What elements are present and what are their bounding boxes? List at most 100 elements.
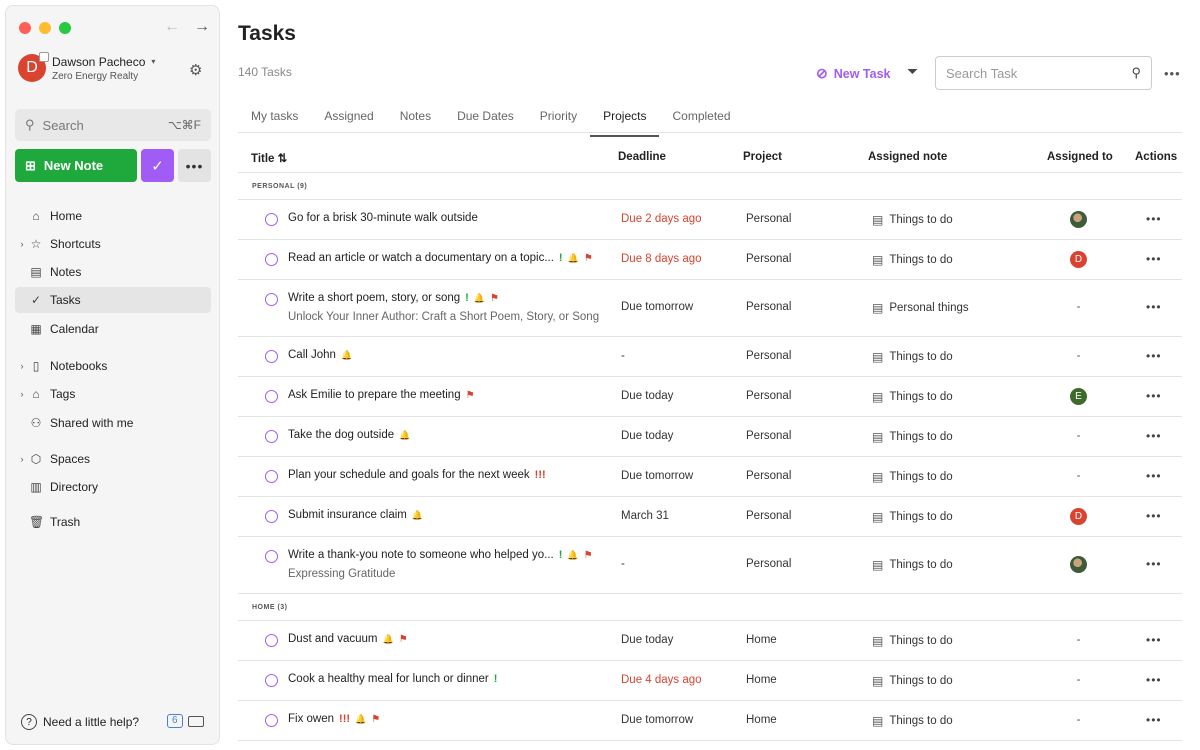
assigned-note-link[interactable]: ▤ Things to do [872, 430, 953, 444]
sidebar-item-notebooks[interactable]: › ▯ Notebooks [15, 353, 211, 379]
row-actions-button[interactable]: ••• [1146, 469, 1162, 483]
sidebar-search[interactable]: ⚲ Search ⌥⌘F [15, 109, 211, 141]
table-row[interactable]: Write a thank-you note to someone who he… [238, 537, 1182, 594]
expand-caret-icon[interactable]: › [15, 361, 29, 371]
assigned-note-link[interactable]: ▤ Things to do [872, 213, 953, 227]
tab-projects[interactable]: Projects [590, 104, 660, 137]
row-actions-button[interactable]: ••• [1146, 300, 1162, 314]
sidebar-item-shared[interactable]: ⚇ Shared with me [15, 410, 211, 436]
row-actions-button[interactable]: ••• [1146, 212, 1162, 226]
sidebar-item-tags[interactable]: › ⌂ Tags [15, 381, 211, 407]
task-search-input[interactable]: Search Task ⚲ [935, 56, 1152, 90]
assigned-note-link[interactable]: ▤ Things to do [872, 634, 953, 648]
more-options-button[interactable]: ••• [178, 149, 211, 182]
tab-priority[interactable]: Priority [527, 104, 590, 132]
sidebar-item-notes[interactable]: ▤ Notes [15, 259, 211, 285]
new-note-button[interactable]: ⊞ New Note [15, 149, 137, 182]
tab-completed[interactable]: Completed [659, 104, 743, 132]
gear-icon[interactable]: ⚙ [189, 61, 202, 79]
keyboard-icon[interactable] [187, 715, 204, 727]
table-row[interactable]: Read an article or watch a documentary o… [238, 240, 1182, 280]
table-row[interactable]: Take the dog outside 🔔 Due today Personal ▤ T… [238, 417, 1182, 457]
task-checkbox[interactable] [265, 674, 278, 687]
row-actions-button[interactable]: ••• [1146, 557, 1162, 571]
expand-caret-icon[interactable]: › [15, 239, 29, 249]
minimize-window-button[interactable] [39, 22, 51, 34]
sidebar-item-spaces[interactable]: › ⬡ Spaces [15, 446, 211, 472]
sidebar-item-home[interactable]: ⌂ Home [15, 203, 211, 229]
tab-notes[interactable]: Notes [387, 104, 444, 132]
new-task-button[interactable]: ⊘ New Task [816, 65, 890, 82]
table-row[interactable]: Go for a brisk 30-minute walk outside Due… [238, 200, 1182, 240]
task-checkbox[interactable] [265, 350, 278, 363]
tab-due-dates[interactable]: Due Dates [444, 104, 527, 132]
column-title[interactable]: Title ⇅ [251, 151, 287, 165]
sidebar-item-trash[interactable]: 🗑 Trash [15, 509, 211, 535]
table-row[interactable]: Fix owen!!! 🔔 ⚑ Due tomorrow Home ▤ Things to … [238, 701, 1182, 741]
task-checkbox[interactable] [265, 510, 278, 523]
column-deadline[interactable]: Deadline [618, 151, 666, 163]
assignee-avatar[interactable]: D [1070, 251, 1087, 268]
assigned-note-link[interactable]: ▤ Things to do [872, 510, 953, 524]
assignee-avatar[interactable] [1070, 556, 1087, 573]
row-actions-button[interactable]: ••• [1146, 633, 1162, 647]
sidebar-item-directory[interactable]: ▥ Directory [15, 474, 211, 500]
help-link[interactable]: ? Need a little help? [21, 714, 139, 730]
row-actions-button[interactable]: ••• [1146, 509, 1162, 523]
column-assigned-to[interactable]: Assigned to [1047, 151, 1113, 163]
sidebar-item-calendar[interactable]: ▦ Calendar [15, 316, 211, 342]
forward-arrow-icon[interactable]: → [194, 18, 210, 36]
assigned-note-link[interactable]: ▤ Personal things [872, 301, 969, 315]
task-checkbox[interactable] [265, 430, 278, 443]
assigned-note-link[interactable]: ▤ Things to do [872, 350, 953, 364]
task-checkbox[interactable] [265, 714, 278, 727]
task-checkbox[interactable] [265, 634, 278, 647]
table-row[interactable]: Call John 🔔 - Personal ▤ Things to do - ••• [238, 337, 1182, 377]
row-actions-button[interactable]: ••• [1146, 349, 1162, 363]
assignee-avatar[interactable]: E [1070, 388, 1087, 405]
table-row[interactable]: Cook a healthy meal for lunch or dinner!… [238, 661, 1182, 701]
sidebar-item-shortcuts[interactable]: › ☆ Shortcuts [15, 231, 211, 257]
assigned-note-link[interactable]: ▤ Things to do [872, 674, 953, 688]
sidebar: ← → D Dawson Pacheco ▾ Zero Energy Realty… [5, 5, 220, 745]
task-checkbox[interactable] [265, 550, 278, 563]
row-actions-button[interactable]: ••• [1146, 389, 1162, 403]
more-dots-icon[interactable]: ••• [1164, 66, 1181, 81]
task-checkbox[interactable] [265, 390, 278, 403]
task-checkbox[interactable] [265, 213, 278, 226]
row-actions-button[interactable]: ••• [1146, 252, 1162, 266]
assigned-note-link[interactable]: ▤ Things to do [872, 390, 953, 404]
expand-caret-icon[interactable]: › [15, 389, 29, 399]
task-checkbox[interactable] [265, 293, 278, 306]
table-row[interactable]: Ask Emilie to prepare the meeting ⚑ Due to… [238, 377, 1182, 417]
column-assigned-note[interactable]: Assigned note [868, 151, 947, 163]
row-actions-button[interactable]: ••• [1146, 429, 1162, 443]
table-row[interactable]: Dust and vacuum 🔔 ⚑ Due today Home ▤ Things to… [238, 621, 1182, 661]
row-actions-button[interactable]: ••• [1146, 673, 1162, 687]
notification-badge[interactable]: 6 [167, 714, 183, 728]
row-actions-button[interactable]: ••• [1146, 713, 1162, 727]
column-project[interactable]: Project [743, 151, 782, 163]
assignee-avatar[interactable]: D [1070, 508, 1087, 525]
assigned-note-link[interactable]: ▤ Things to do [872, 558, 953, 572]
assigned-note-link[interactable]: ▤ Things to do [872, 714, 953, 728]
tab-my-tasks[interactable]: My tasks [238, 104, 311, 132]
account-switcher[interactable]: D Dawson Pacheco ▾ Zero Energy Realty [18, 52, 155, 82]
tab-assigned[interactable]: Assigned [311, 104, 386, 132]
assigned-note-link[interactable]: ▤ Things to do [872, 470, 953, 484]
expand-caret-icon[interactable]: › [15, 454, 29, 464]
table-row[interactable]: Plan your schedule and goals for the nex… [238, 457, 1182, 497]
close-window-button[interactable] [19, 22, 31, 34]
assignee-avatar[interactable] [1070, 211, 1087, 228]
back-arrow-icon[interactable]: ← [164, 18, 180, 36]
assigned-note-link[interactable]: ▤ Things to do [872, 253, 953, 267]
table-row[interactable]: Write a short poem, story, or song! 🔔 ⚑ Unl… [238, 280, 1182, 337]
maximize-window-button[interactable] [59, 22, 71, 34]
sidebar-item-tasks[interactable]: ✓ Tasks [15, 287, 211, 313]
table-row[interactable]: Submit insurance claim 🔔 March 31 Personal ▤… [238, 497, 1182, 537]
task-checkbox[interactable] [265, 470, 278, 483]
new-task-quick-button[interactable]: ✓ [141, 149, 174, 182]
cube-icon: ⬡ [30, 452, 42, 466]
task-checkbox[interactable] [265, 253, 278, 266]
filter-icon[interactable]: ⏷ [907, 63, 918, 80]
